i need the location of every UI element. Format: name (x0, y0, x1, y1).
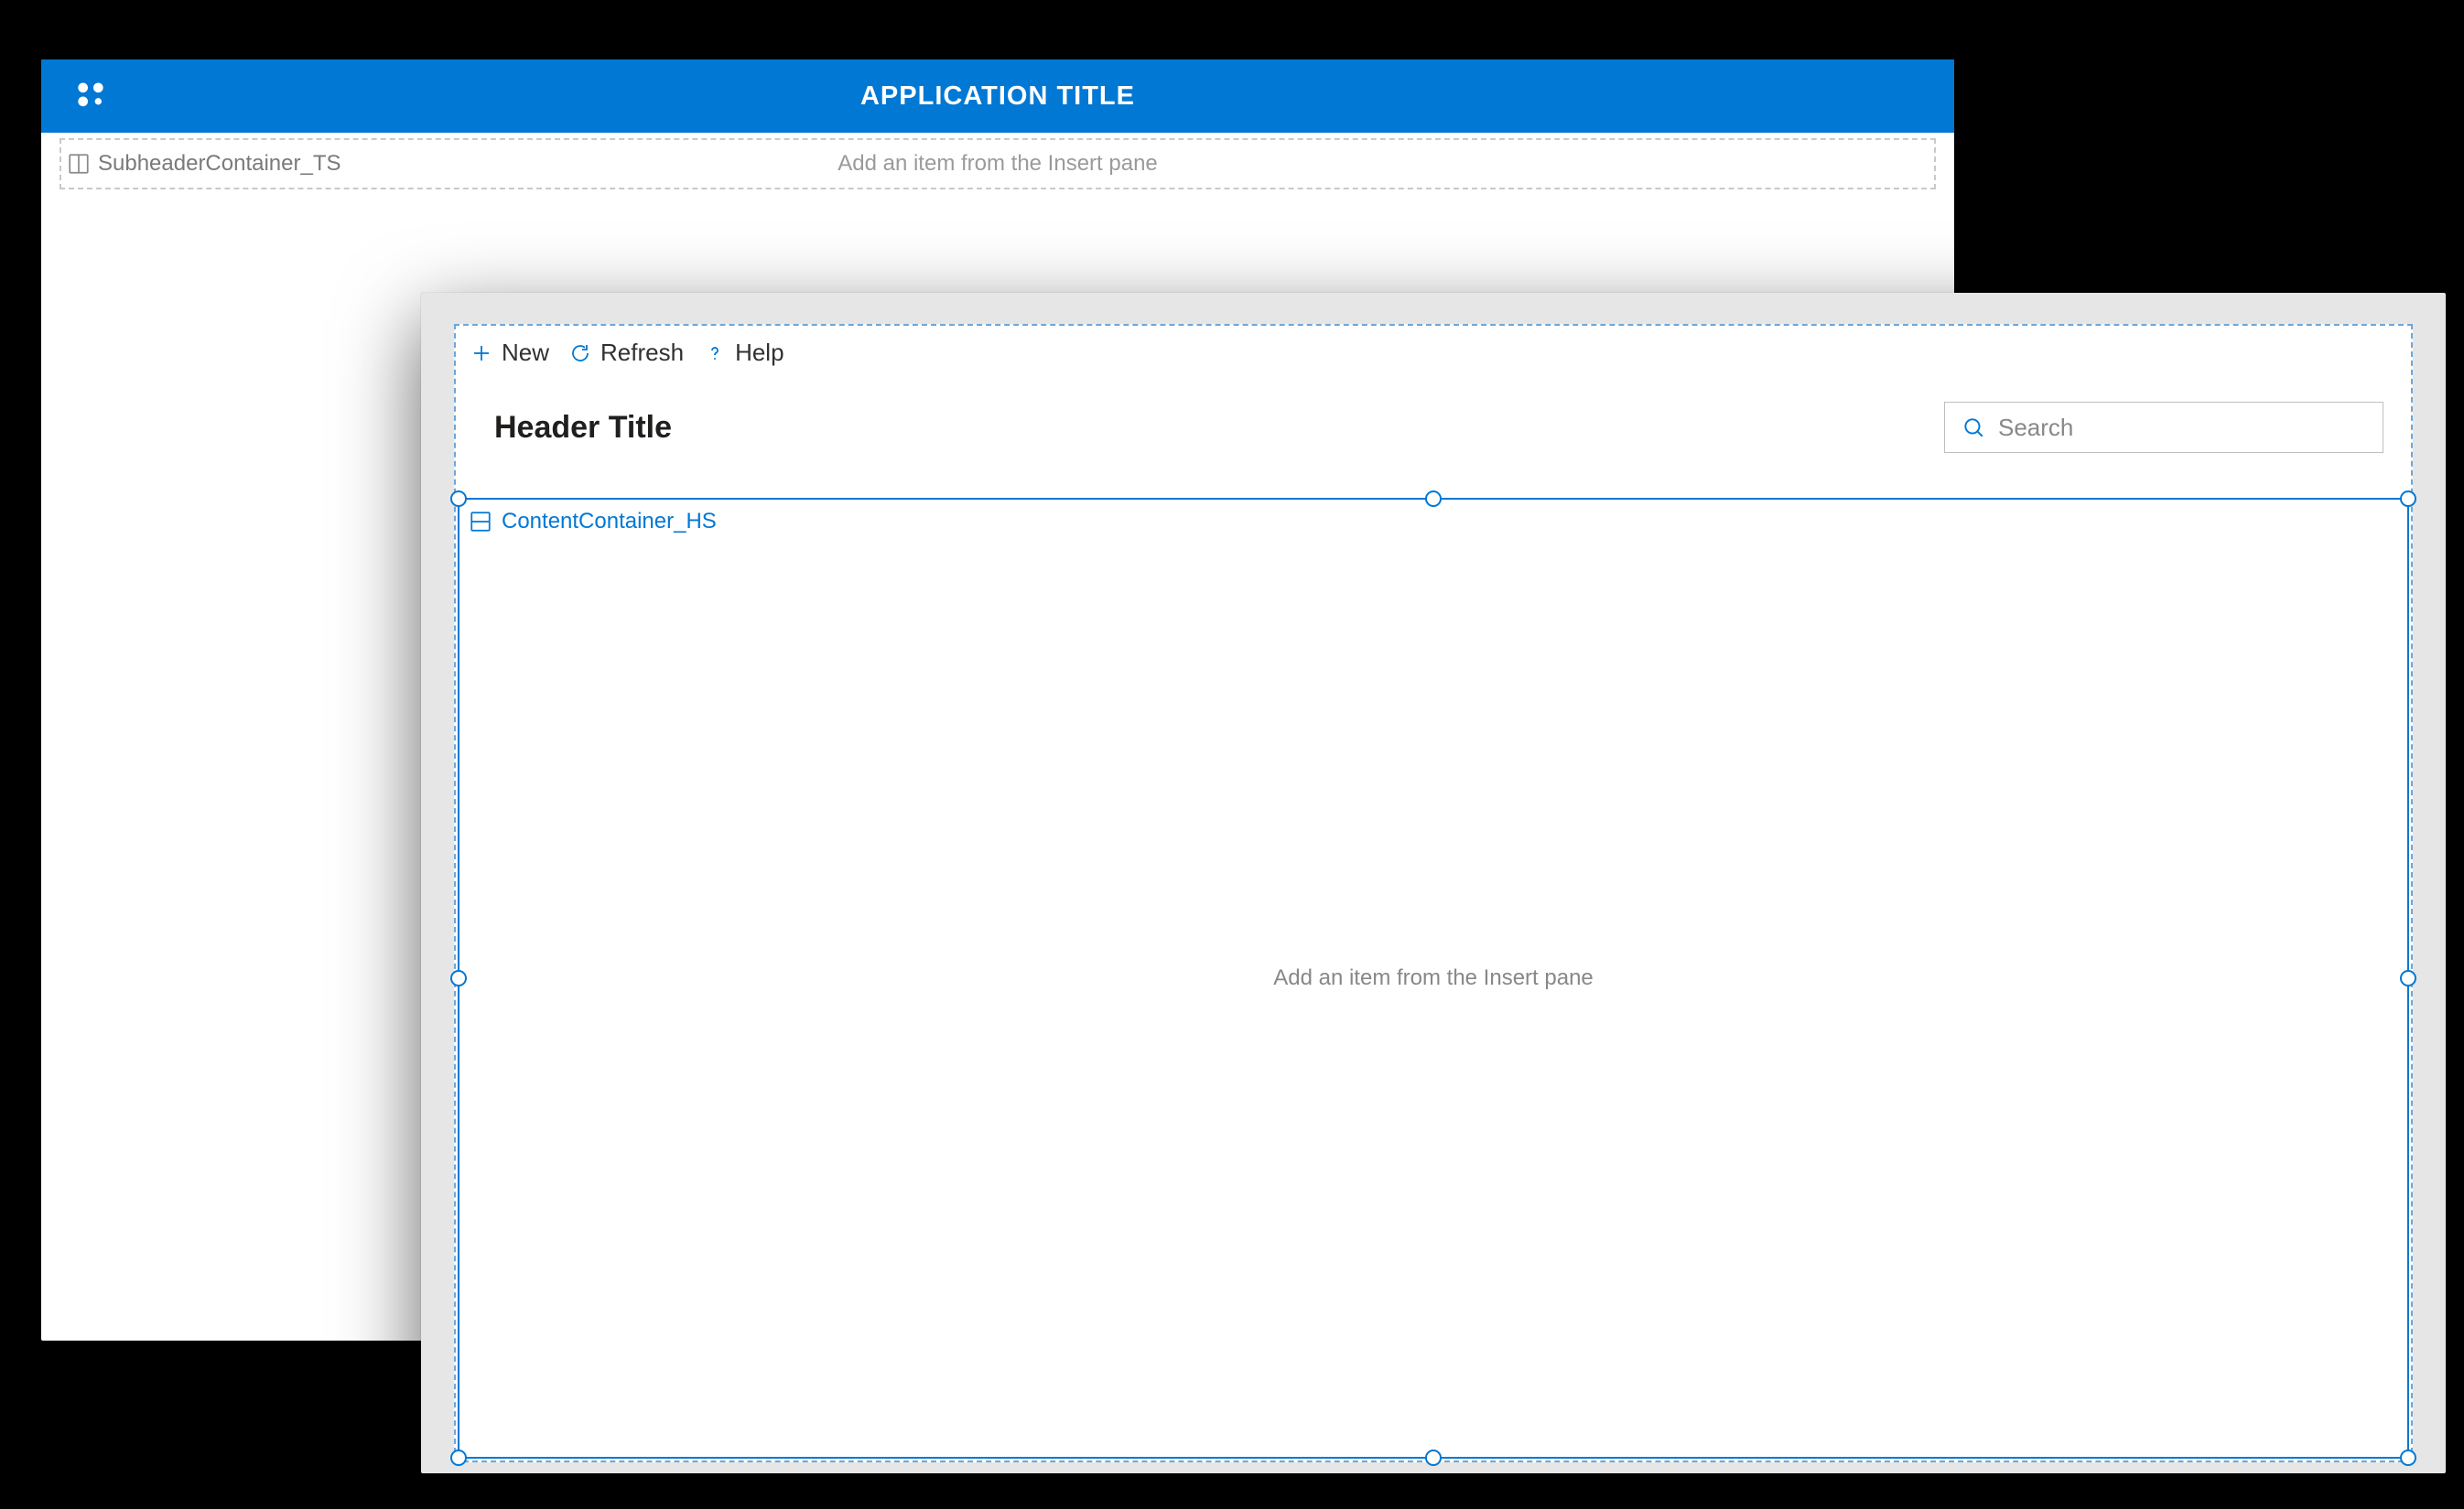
subheader-control-name: SubheaderContainer_TS (98, 151, 341, 177)
subheader-insert-hint: Add an item from the Insert pane (61, 151, 1934, 177)
content-container-selected[interactable]: ContentContainer_HS Add an item from the… (458, 498, 2409, 1459)
selection-handle-bottom-left[interactable] (450, 1450, 467, 1466)
help-button-label: Help (735, 339, 784, 367)
content-insert-hint: Add an item from the Insert pane (1273, 965, 1594, 991)
help-button[interactable]: Help (704, 339, 784, 367)
rows-icon (469, 510, 492, 534)
foreground-designer-window: New Refresh Help Head (421, 293, 2446, 1473)
columns-icon (67, 152, 91, 176)
new-button-label: New (502, 339, 549, 367)
selection-handle-bottom-right[interactable] (2400, 1450, 2416, 1466)
command-bar: New Refresh Help (456, 326, 2411, 376)
selection-handle-right[interactable] (2400, 970, 2416, 986)
selection-handle-left[interactable] (450, 970, 467, 986)
help-icon (704, 342, 726, 364)
app-title: APPLICATION TITLE (41, 81, 1954, 112)
new-button[interactable]: New (470, 339, 549, 367)
selection-handle-top-left[interactable] (450, 490, 467, 507)
search-icon (1961, 415, 1985, 439)
refresh-icon (569, 342, 591, 364)
header-row: Header Title (456, 376, 2411, 475)
search-box[interactable] (1944, 402, 2383, 453)
plus-icon (470, 342, 492, 364)
subheader-container-dropzone[interactable]: SubheaderContainer_TS Add an item from t… (59, 138, 1936, 189)
subheader-control-badge: SubheaderContainer_TS (67, 151, 341, 177)
app-logo-icon (72, 76, 109, 117)
selection-handle-bottom[interactable] (1425, 1450, 1442, 1466)
search-input[interactable] (1998, 414, 2366, 442)
content-control-badge: ContentContainer_HS (469, 509, 717, 534)
header-title: Header Title (494, 410, 672, 446)
refresh-button-label: Refresh (600, 339, 684, 367)
content-control-name: ContentContainer_HS (502, 509, 717, 534)
screen-canvas[interactable]: New Refresh Help Head (454, 324, 2413, 1462)
selection-handle-top[interactable] (1425, 490, 1442, 507)
refresh-button[interactable]: Refresh (569, 339, 684, 367)
selection-handle-top-right[interactable] (2400, 490, 2416, 507)
app-title-bar: APPLICATION TITLE (41, 59, 1954, 133)
